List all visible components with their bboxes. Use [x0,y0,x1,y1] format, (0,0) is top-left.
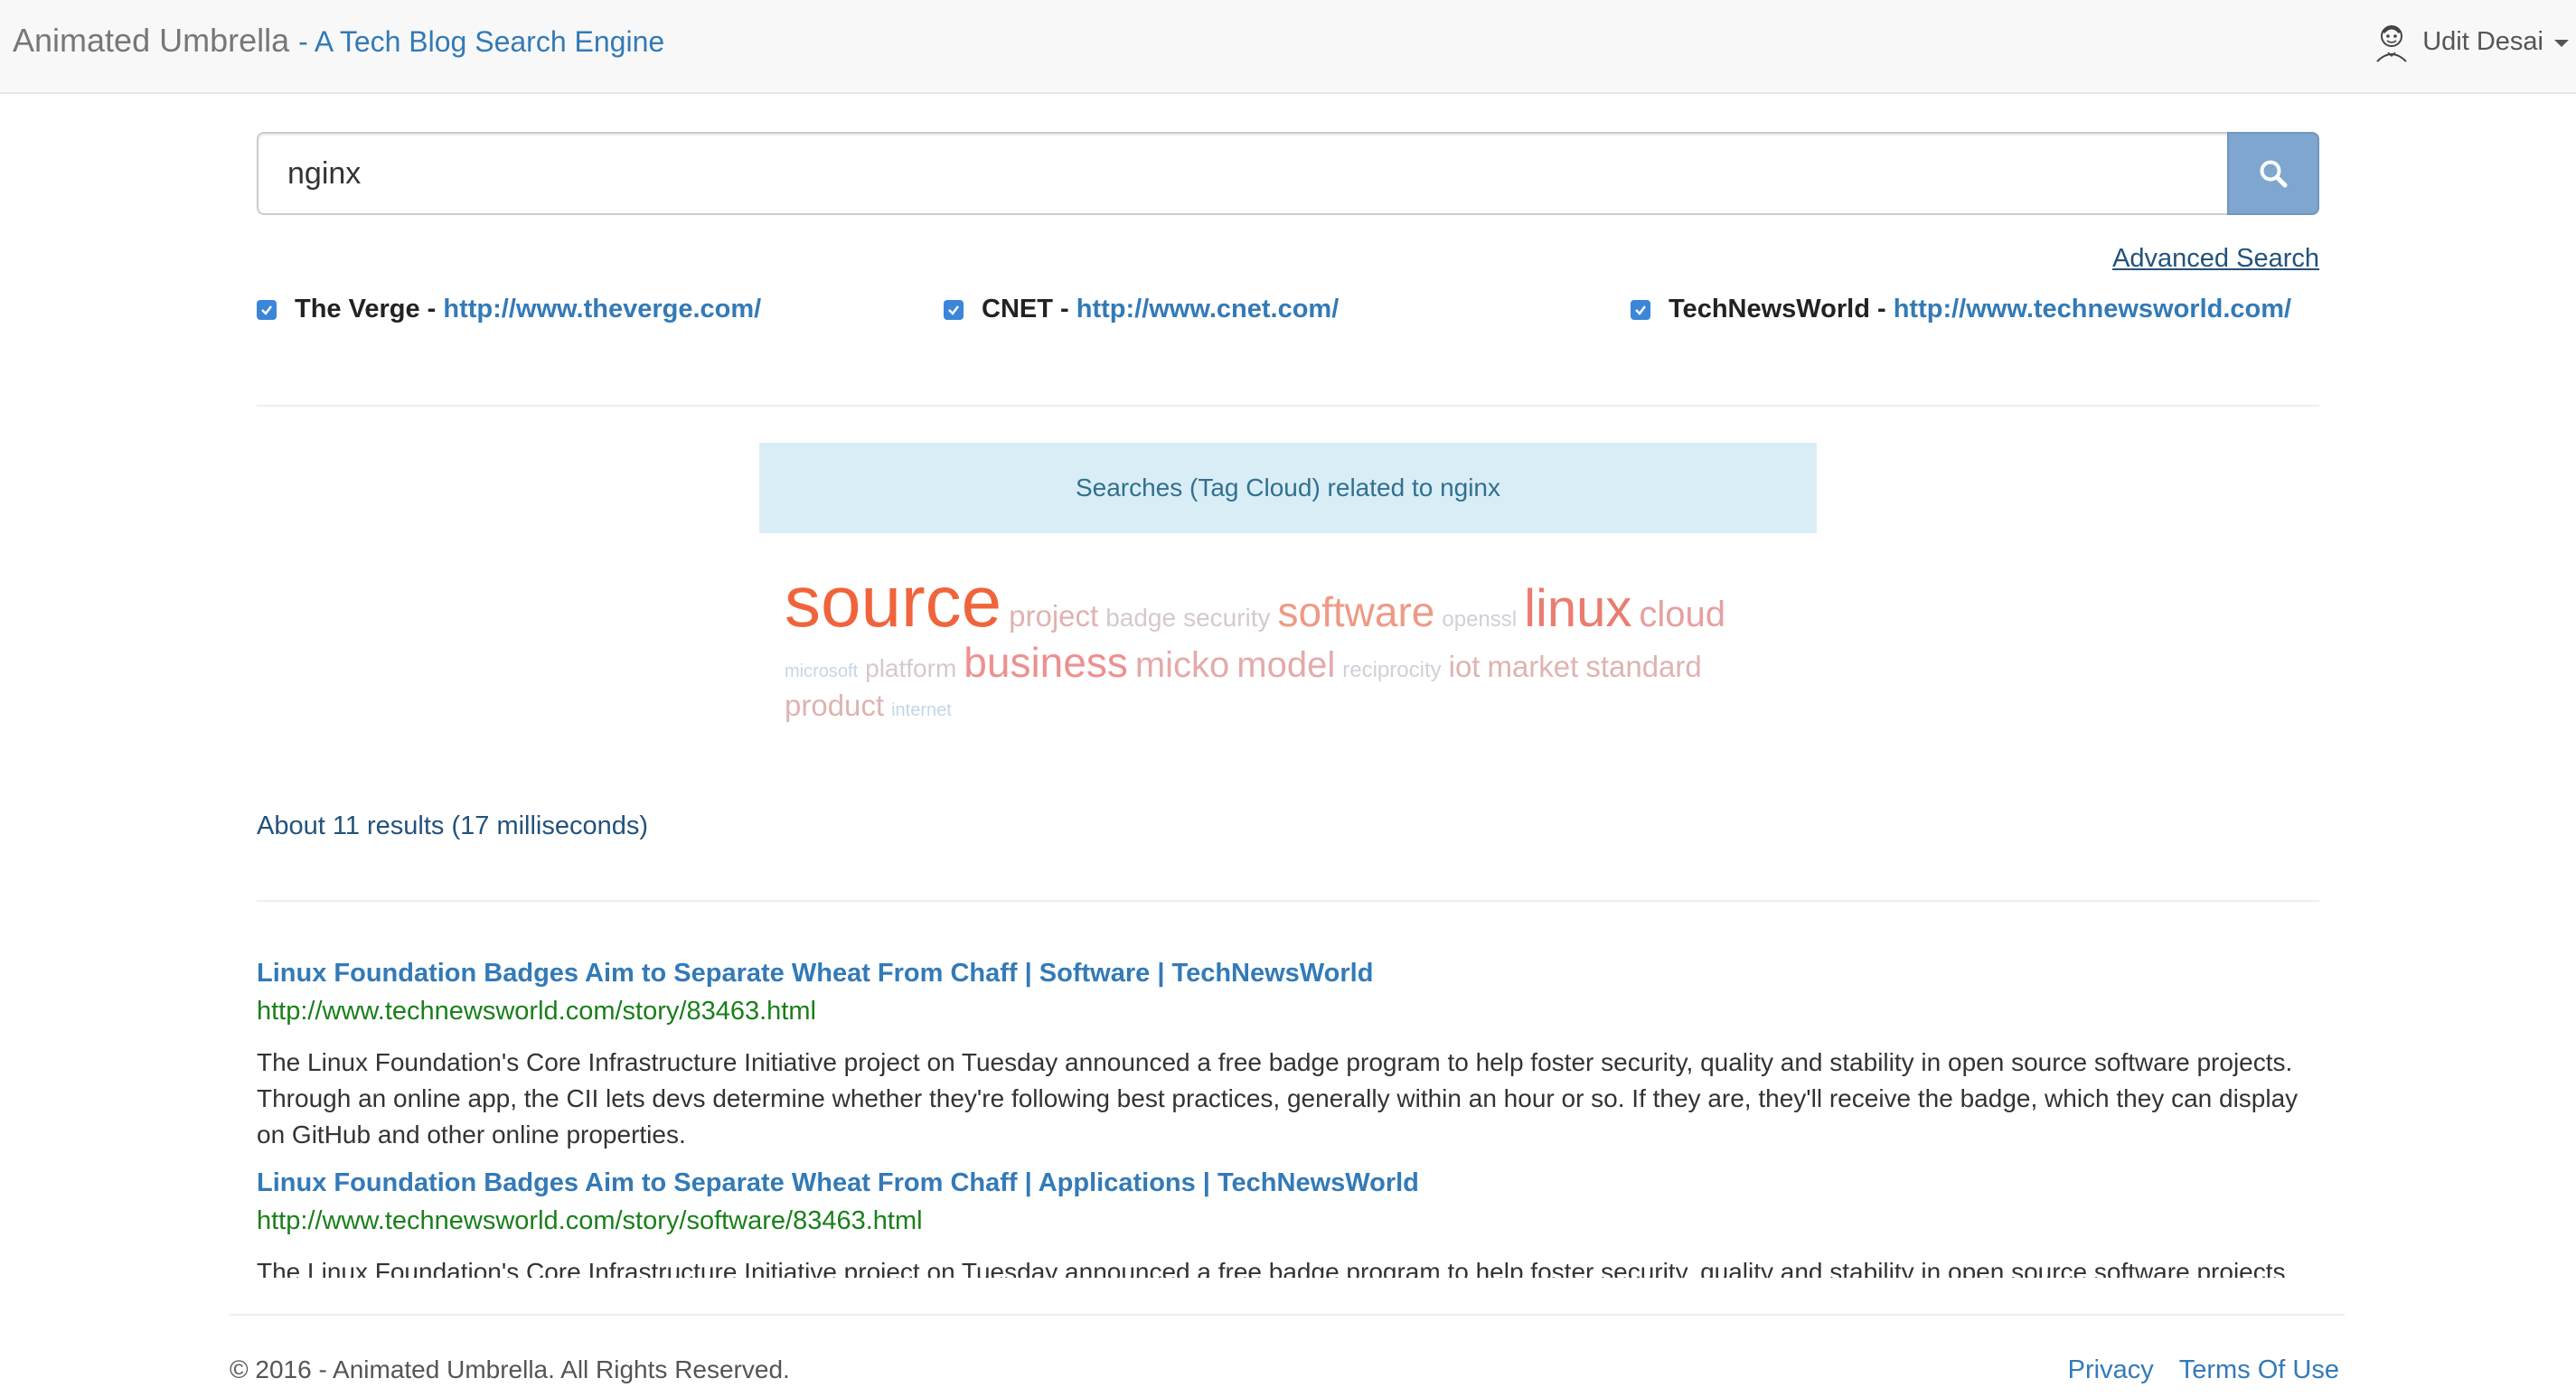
tag-cloud-item[interactable]: platform [865,654,956,683]
tag-cloud-item[interactable]: openssl [1442,607,1517,633]
source-name: TechNewsWorld [1669,295,1870,323]
result-count: About 11 results (17 milliseconds) [257,811,649,840]
result-url: http://www.technewsworld.com/story/83463… [257,997,816,1026]
search-button[interactable] [2227,132,2319,215]
caret-down-icon[interactable] [2554,40,2569,47]
tag-cloud-item[interactable]: security [1183,604,1270,633]
tag-cloud-item[interactable]: standard [1585,650,1701,684]
advanced-search-link[interactable]: Advanced Search [2112,244,2319,274]
tag-cloud-line: source project badge security software o… [785,560,1824,642]
source-item: The Verge - http://www.theverge.com/ [257,295,761,324]
footer-links: Privacy Terms Of Use [2068,1355,2339,1385]
footer-divider [230,1314,2345,1316]
tag-cloud-item[interactable]: product [785,689,884,723]
tag-cloud-item[interactable]: reciprocity [1342,658,1441,683]
tag-cloud-item[interactable]: software [1278,587,1435,636]
brand[interactable]: Animated Umbrella - A Tech Blog Search E… [13,22,664,60]
divider [257,405,2319,407]
source-item: TechNewsWorld - http://www.technewsworld… [1631,295,2291,324]
result-title[interactable]: Linux Foundation Badges Aim to Separate … [257,1166,2319,1200]
source-name: CNET [982,295,1053,323]
source-separator: - [419,295,444,323]
tag-cloud-item[interactable]: project [1009,599,1098,633]
search-bar [257,132,2319,215]
tag-cloud-item[interactable]: micko [1135,645,1229,686]
avatar-icon [2376,25,2407,62]
source-checkbox[interactable] [944,299,964,320]
tag-cloud-item[interactable]: source [785,560,1001,643]
tag-cloud-line: product internet [785,689,1824,734]
results-list[interactable]: Linux Foundation Badges Aim to Separate … [257,956,2319,1278]
result-item: Linux Foundation Badges Aim to Separate … [257,1166,2319,1278]
result-title[interactable]: Linux Foundation Badges Aim to Separate … [257,956,2319,990]
copyright: © 2016 - Animated Umbrella. All Rights R… [230,1355,790,1383]
tag-cloud-item[interactable]: microsoft [785,661,858,682]
tag-cloud-header: Searches (Tag Cloud) related to nginx [759,443,1817,533]
tag-cloud-line: microsoft platform business micko model … [785,638,1824,689]
source-link[interactable]: http://www.technewsworld.com/ [1894,295,2291,324]
tag-cloud-item[interactable]: internet [891,700,952,721]
navbar: Animated Umbrella - A Tech Blog Search E… [0,0,2576,94]
check-icon [948,305,959,315]
brand-tagline[interactable]: - A Tech Blog Search Engine [298,25,664,58]
search-input[interactable] [257,132,2227,215]
search-icon [2260,160,2288,188]
user-menu[interactable]: Udit Desai [2372,20,2569,63]
tag-cloud: source project badge security software o… [785,560,1824,734]
source-checkbox[interactable] [257,299,277,320]
result-url: http://www.technewsworld.com/story/softw… [257,1206,923,1235]
source-link[interactable]: http://www.cnet.com/ [1076,295,1340,324]
divider [257,900,2319,902]
source-filters: The Verge - http://www.theverge.com/ CNE… [257,295,2319,334]
terms-link[interactable]: Terms Of Use [2179,1355,2339,1385]
tag-cloud-item[interactable]: iot [1449,650,1481,684]
source-item: CNET - http://www.cnet.com/ [944,295,1339,324]
source-separator: - [1869,295,1894,323]
check-icon [261,305,272,315]
privacy-link[interactable]: Privacy [2068,1355,2154,1385]
check-icon [1635,305,1646,315]
result-item: Linux Foundation Badges Aim to Separate … [257,956,2319,1153]
result-snippet: The Linux Foundation's Core Infrastructu… [257,1258,2293,1278]
source-link[interactable]: http://www.theverge.com/ [443,295,761,324]
source-name: The Verge [295,295,420,323]
source-checkbox[interactable] [1631,299,1650,320]
tag-cloud-item[interactable]: model [1236,645,1335,686]
tag-cloud-item[interactable]: badge [1105,604,1176,633]
tag-cloud-item[interactable]: market [1487,650,1578,684]
source-separator: - [1052,295,1076,323]
result-snippet: The Linux Foundation's Core Infrastructu… [257,1048,2299,1149]
user-name[interactable]: Udit Desai [2422,27,2543,57]
tag-cloud-item[interactable]: cloud [1639,595,1725,635]
tag-cloud-item[interactable]: business [964,638,1128,687]
brand-name[interactable]: Animated Umbrella [13,22,289,59]
tag-cloud-item[interactable]: linux [1524,578,1631,639]
